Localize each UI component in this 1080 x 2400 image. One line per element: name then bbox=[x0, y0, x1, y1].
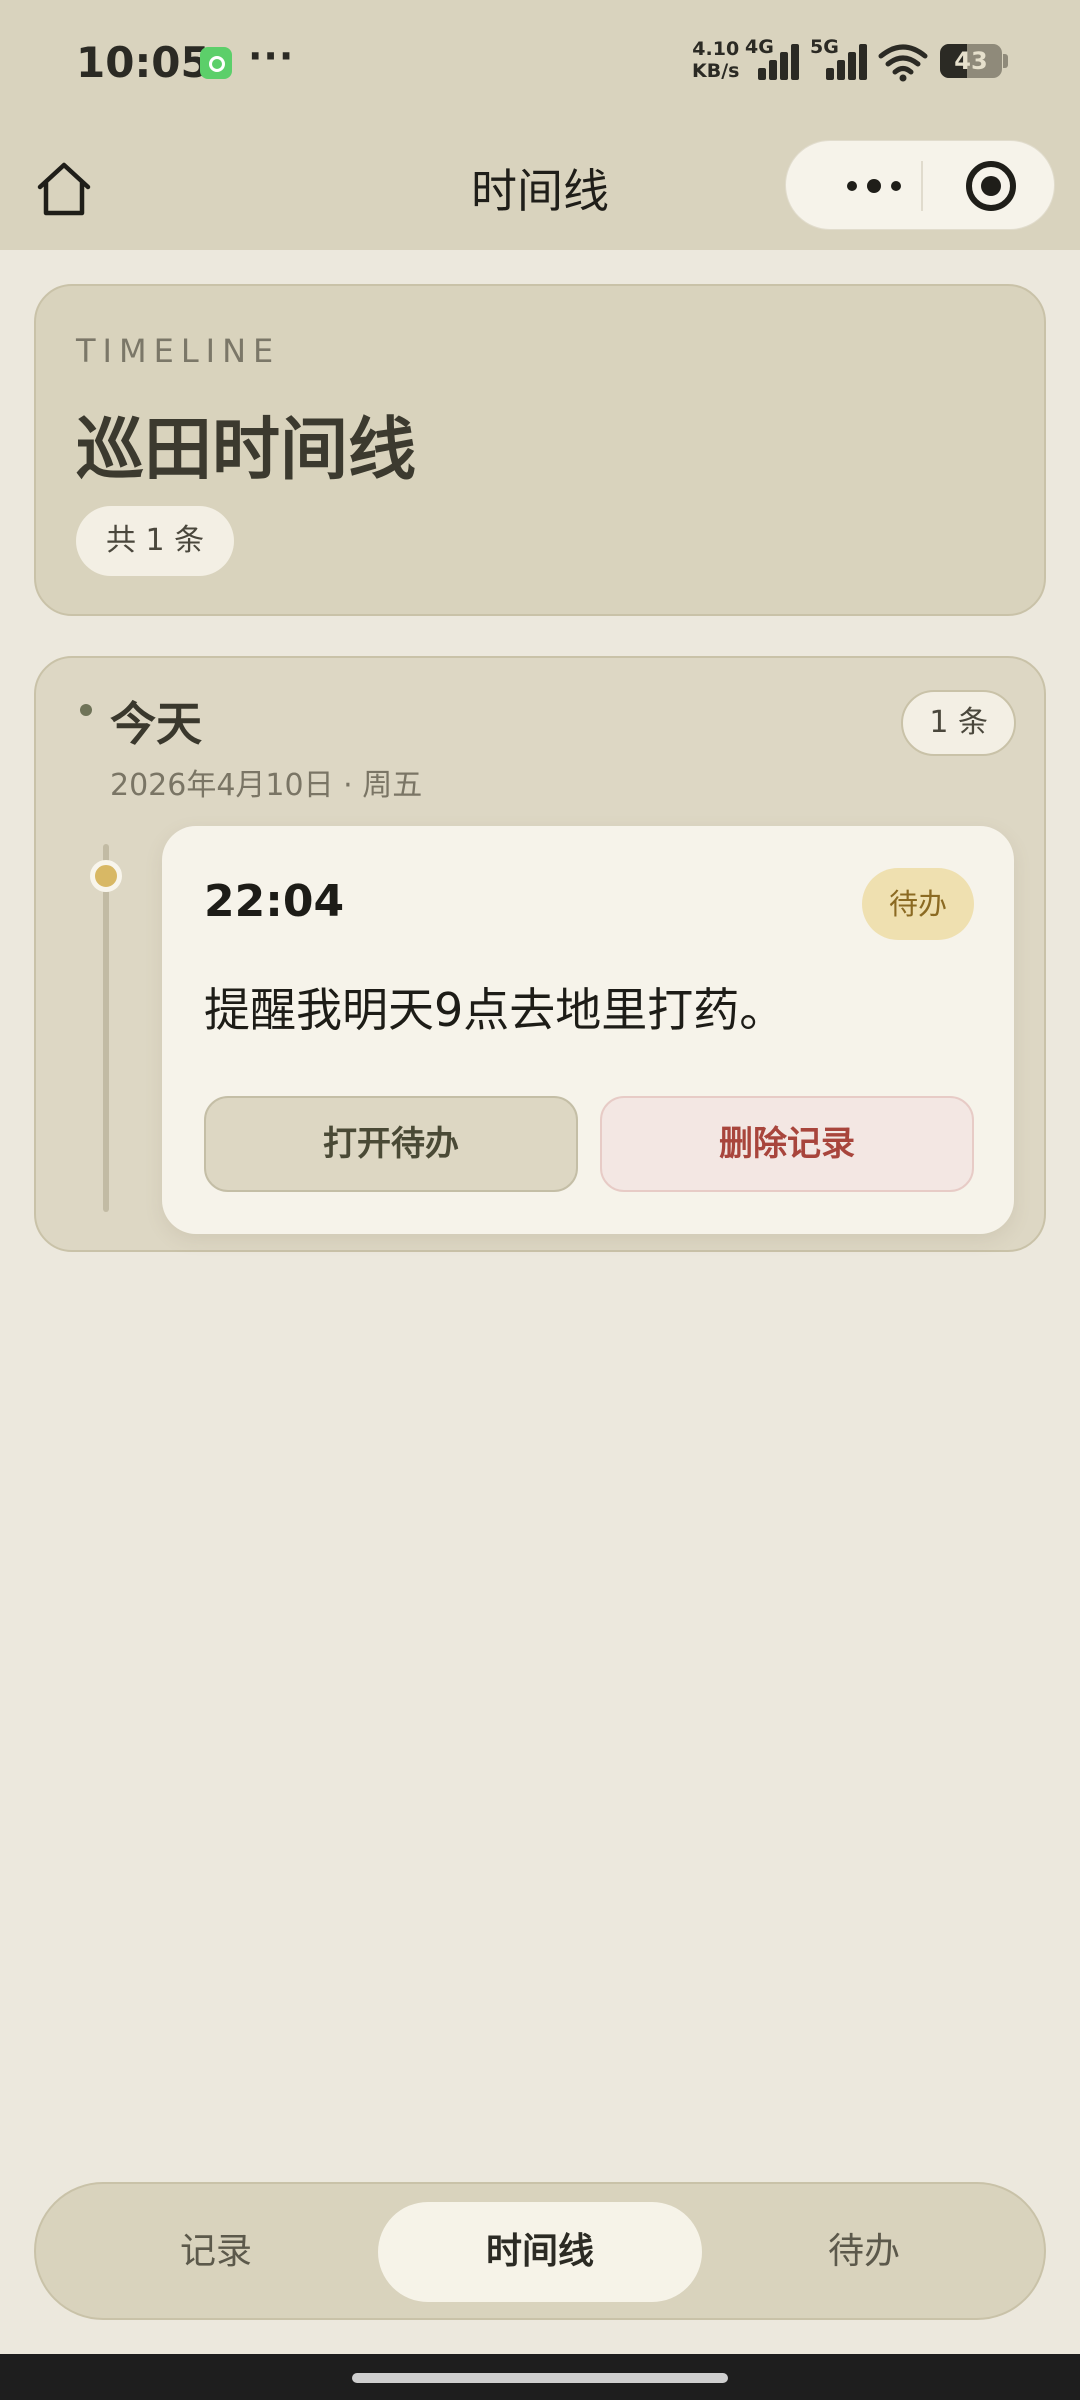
network-speed: 4.10 KB/s bbox=[692, 38, 739, 82]
day-date: 2026年4月10日 · 周五 bbox=[110, 768, 423, 803]
battery-icon: 43 bbox=[940, 44, 1002, 78]
bottom-tab-bar: 记录 时间线 待办 bbox=[34, 2182, 1046, 2320]
entry-time: 22:04 bbox=[204, 876, 345, 927]
day-label: 今天 bbox=[110, 697, 202, 751]
entry-content: 提醒我明天9点去地里打药。 bbox=[204, 983, 786, 1037]
more-menu-icon[interactable] bbox=[824, 141, 924, 231]
home-indicator[interactable] bbox=[352, 2373, 728, 2383]
tab-todo[interactable]: 待办 bbox=[702, 2202, 1026, 2302]
more-notifications-icon: ··· bbox=[248, 34, 295, 78]
nav-bar: 时间线 bbox=[0, 125, 1080, 250]
system-navigation-bar bbox=[0, 2354, 1080, 2400]
network-speed-unit: KB/s bbox=[692, 60, 740, 82]
signal-4g-icon bbox=[758, 44, 802, 80]
wifi-icon bbox=[878, 44, 928, 82]
timeline-entry-card: 22:04 待办 提醒我明天9点去地里打药。 打开待办 删除记录 bbox=[162, 826, 1014, 1234]
battery-level: 43 bbox=[954, 47, 988, 75]
capsule-divider bbox=[921, 161, 923, 211]
signal-5g-icon bbox=[826, 44, 870, 80]
timeline-node-icon bbox=[90, 860, 122, 892]
timeline-header-card: TIMELINE 巡田时间线 共 1 条 bbox=[34, 284, 1046, 616]
network-speed-value: 4.10 bbox=[692, 38, 740, 60]
tab-record[interactable]: 记录 bbox=[54, 2202, 378, 2302]
header-title: 巡田时间线 bbox=[76, 411, 417, 490]
close-program-icon[interactable] bbox=[966, 161, 1016, 211]
day-group: 今天 2026年4月10日 · 周五 1 条 22:04 待办 提醒我明天9点去… bbox=[34, 656, 1046, 1252]
timeline-line bbox=[103, 844, 109, 1212]
tab-timeline[interactable]: 时间线 bbox=[378, 2202, 702, 2302]
total-count-badge: 共 1 条 bbox=[76, 506, 235, 576]
entry-status-badge: 待办 bbox=[862, 868, 974, 940]
header-eyebrow: TIMELINE bbox=[76, 332, 281, 370]
mini-program-capsule bbox=[785, 140, 1055, 230]
day-count-badge: 1 条 bbox=[901, 690, 1016, 756]
day-dot-icon bbox=[80, 704, 92, 716]
status-time: 10:05 bbox=[76, 38, 210, 87]
battery-tip bbox=[1003, 54, 1008, 68]
app-notification-icon bbox=[200, 47, 232, 79]
delete-record-button[interactable]: 删除记录 bbox=[600, 1096, 974, 1192]
open-todo-button[interactable]: 打开待办 bbox=[204, 1096, 578, 1192]
status-bar: 10:05 ··· 4.10 KB/s 4G 5G 43 bbox=[0, 0, 1080, 125]
